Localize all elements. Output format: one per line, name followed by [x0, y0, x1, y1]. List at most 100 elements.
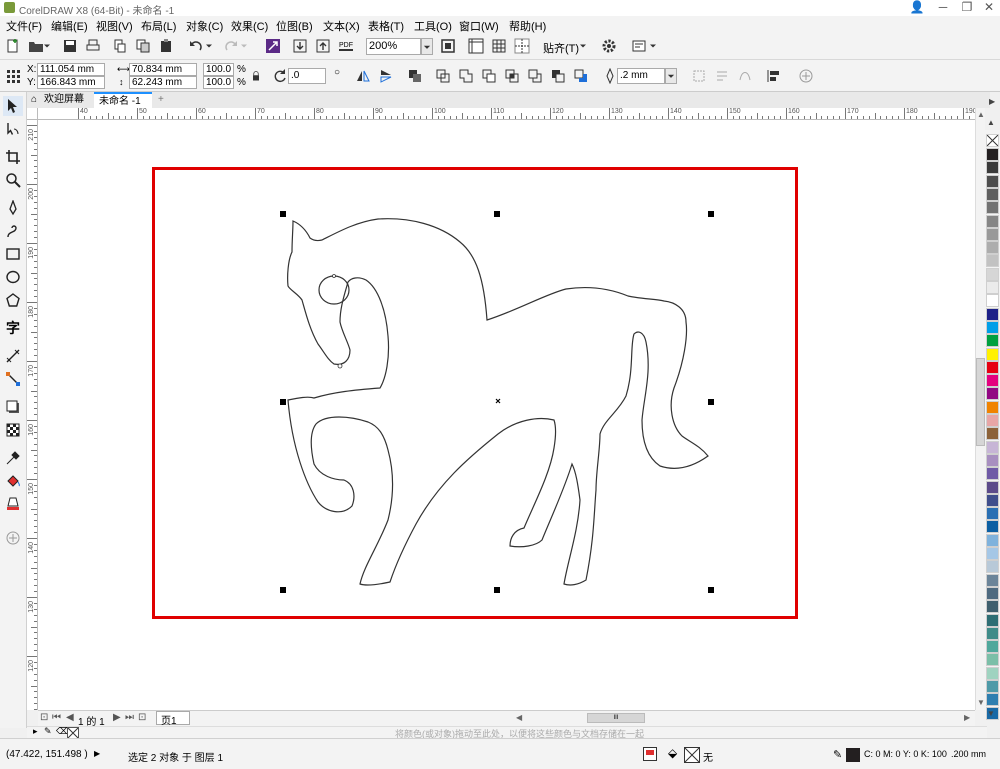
- crop-tool-icon[interactable]: [3, 147, 23, 167]
- palette-swatch[interactable]: [986, 400, 999, 414]
- horizontal-scroll-thumb[interactable]: III: [587, 713, 645, 723]
- palette-swatch[interactable]: [986, 347, 999, 361]
- trim-icon[interactable]: [479, 66, 499, 86]
- palette-scroll-down-icon[interactable]: ▼: [987, 709, 995, 718]
- polygon-tool-icon[interactable]: [3, 290, 23, 310]
- palette-swatch[interactable]: [986, 560, 999, 574]
- selection-handle-bottom-middle[interactable]: [494, 587, 500, 593]
- menu-window[interactable]: 窗口(W): [459, 18, 499, 34]
- palette-swatch[interactable]: [986, 680, 999, 693]
- menu-layout[interactable]: 布局(L): [141, 18, 176, 34]
- align-distribute-icon[interactable]: [764, 66, 784, 86]
- undo-chevron-down-icon[interactable]: [203, 36, 215, 56]
- palette-swatch[interactable]: [986, 161, 999, 175]
- shape-tool-icon[interactable]: [3, 119, 23, 139]
- scroll-down-icon[interactable]: ▼: [977, 698, 985, 707]
- menu-table[interactable]: 表格(T): [368, 18, 404, 34]
- intersect-icon[interactable]: [502, 66, 522, 86]
- add-page-icon[interactable]: ⊡: [138, 712, 146, 723]
- center-x-marker[interactable]: [495, 398, 501, 404]
- show-rulers-icon[interactable]: [466, 36, 486, 56]
- curve-node[interactable]: [337, 363, 343, 369]
- palette-swatch[interactable]: [986, 493, 999, 507]
- palette-swatch[interactable]: [986, 320, 999, 334]
- scroll-left-icon[interactable]: ◀: [516, 713, 522, 722]
- palette-swatch[interactable]: [986, 241, 999, 255]
- palette-swatch[interactable]: [986, 453, 999, 467]
- application-launcher-icon[interactable]: [629, 36, 649, 56]
- horizontal-ruler[interactable]: 40 50 60 70 80 90 100 110 120 130 140 150 160 170 180 1…: [38, 108, 975, 120]
- simplify-icon[interactable]: [525, 66, 545, 86]
- redo-chevron-down-icon[interactable]: [238, 36, 250, 56]
- next-page-icon[interactable]: ▶: [113, 712, 121, 723]
- vertical-ruler[interactable]: 210200190180170160150140130120110: [27, 120, 38, 710]
- convert-to-curves-icon[interactable]: [735, 66, 755, 86]
- menu-edit[interactable]: 编辑(E): [51, 18, 88, 34]
- publish-pdf-icon[interactable]: PDF: [336, 36, 356, 56]
- document-palette-menu-icon[interactable]: ▸: [33, 726, 38, 737]
- palette-swatch[interactable]: [986, 520, 999, 534]
- palette-swatch[interactable]: [986, 626, 999, 640]
- palette-swatch[interactable]: [986, 600, 999, 614]
- palette-swatch[interactable]: [986, 187, 999, 201]
- save-icon[interactable]: [60, 36, 80, 56]
- horse-eye-ellipse[interactable]: [318, 275, 350, 305]
- selection-handle-middle-right[interactable]: [708, 399, 714, 405]
- scroll-up-icon[interactable]: ▲: [977, 110, 985, 119]
- options-gear-icon[interactable]: [599, 36, 619, 56]
- page-tab[interactable]: 页1: [156, 711, 190, 727]
- menu-bitmaps[interactable]: 位图(B): [276, 18, 313, 34]
- snap-to-label[interactable]: 贴齐(T): [543, 40, 579, 56]
- palette-swatch[interactable]: [986, 294, 999, 308]
- palette-swatch[interactable]: [986, 227, 999, 241]
- palette-swatch[interactable]: [986, 573, 999, 587]
- palette-swatch[interactable]: [986, 360, 999, 374]
- palette-swatch[interactable]: [986, 334, 999, 348]
- palette-swatch[interactable]: [986, 387, 999, 401]
- back-minus-front-icon[interactable]: [571, 66, 591, 86]
- palette-swatch[interactable]: [986, 666, 999, 680]
- smart-fill-tool-icon[interactable]: [3, 494, 23, 514]
- height-field[interactable]: 62.243 mm: [129, 76, 197, 89]
- palette-swatch[interactable]: [986, 254, 999, 268]
- outline-width-chevron-down-icon[interactable]: [665, 68, 677, 84]
- freehand-tool-icon[interactable]: [3, 198, 23, 218]
- connector-tool-icon[interactable]: [3, 369, 23, 389]
- scale-width-field[interactable]: 100.0: [203, 63, 234, 76]
- create-boundary-icon[interactable]: [689, 66, 709, 86]
- palette-swatch[interactable]: [986, 613, 999, 627]
- outline-color-swatch[interactable]: [846, 748, 860, 762]
- combine-icon[interactable]: [433, 66, 453, 86]
- selection-handle-bottom-right[interactable]: [708, 587, 714, 593]
- x-position-field[interactable]: 111.054 mm: [37, 63, 105, 76]
- parallel-dimension-tool-icon[interactable]: [3, 346, 23, 366]
- palette-swatch[interactable]: [986, 693, 999, 707]
- mirror-horizontal-icon[interactable]: [353, 66, 373, 86]
- show-grid-icon[interactable]: [489, 36, 509, 56]
- selection-handle-top-left[interactable]: [280, 211, 286, 217]
- show-guidelines-icon[interactable]: [512, 36, 532, 56]
- text-tool-icon[interactable]: 字: [3, 318, 23, 338]
- close-button[interactable]: ✕: [978, 0, 1000, 16]
- selection-handle-bottom-left[interactable]: [280, 587, 286, 593]
- menu-effects[interactable]: 效果(C): [231, 18, 268, 34]
- palette-flyout-icon[interactable]: ▶: [989, 97, 995, 106]
- fill-none-swatch[interactable]: [684, 747, 700, 763]
- palette-swatch[interactable]: [986, 281, 999, 294]
- weld-icon[interactable]: [456, 66, 476, 86]
- palette-swatch[interactable]: [986, 640, 999, 654]
- artistic-media-tool-icon[interactable]: [3, 221, 23, 241]
- palette-swatch[interactable]: [986, 467, 999, 481]
- pick-tool-icon[interactable]: [3, 96, 23, 116]
- palette-swatch[interactable]: [986, 307, 999, 321]
- y-position-field[interactable]: 166.843 mm: [37, 76, 105, 89]
- menu-view[interactable]: 视图(V): [96, 18, 133, 34]
- first-page-icon[interactable]: ⏮: [52, 712, 61, 723]
- zoom-tool-icon[interactable]: [3, 170, 23, 190]
- last-page-icon[interactable]: ⏭: [125, 712, 134, 723]
- add-toolbar-plus-icon[interactable]: [796, 66, 816, 86]
- vertical-scroll-thumb[interactable]: [976, 358, 985, 446]
- drop-shadow-tool-icon[interactable]: [3, 397, 23, 417]
- palette-swatch[interactable]: [986, 174, 999, 188]
- palette-swatch[interactable]: [986, 507, 999, 521]
